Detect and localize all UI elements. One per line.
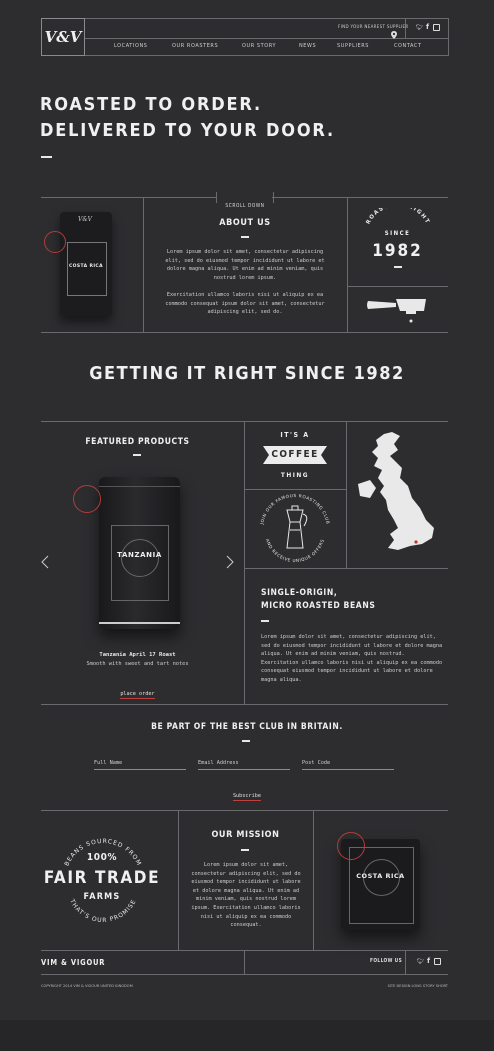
place-order-link[interactable]: place order [120, 691, 155, 699]
year-dash [394, 266, 402, 268]
fairtrade-line-1: FAIR TRADE [43, 868, 161, 888]
mission-text: Lorem ipsum dolor sit amet, consectetur … [191, 862, 301, 929]
post-code-placeholder: Post Code [302, 760, 331, 766]
portafilter-icon [367, 299, 426, 323]
subscribe-button[interactable]: Subscribe [232, 793, 262, 801]
hero-dash [41, 156, 52, 158]
coffee-badge-middle: COFFEE [271, 449, 319, 460]
product-desc: Smooth with sweet and tart notes [86, 661, 189, 667]
nav-contact[interactable]: CONTACT [394, 43, 422, 49]
full-name-placeholder: Full Name [94, 760, 123, 766]
page-bottom-edge [0, 1020, 494, 1051]
chevron-right-icon[interactable] [226, 554, 234, 573]
mission-title: OUR MISSION [211, 830, 280, 840]
coffee-badge-top: IT'S A [280, 431, 310, 439]
nav-our-story[interactable]: OUR STORY [242, 43, 276, 49]
email-field[interactable]: Email Address [198, 760, 290, 770]
email-placeholder: Email Address [198, 760, 239, 766]
nav-locations[interactable]: LOCATIONS [114, 43, 147, 49]
club-title: BE PART OF THE BEST CLUB IN BRITAIN. [151, 722, 343, 732]
mission-dash [241, 849, 249, 851]
find-supplier-link[interactable]: FIND YOUR NEAREST SUPPLIER [338, 25, 409, 30]
roasting-top-text: ROASTING RIGHT [365, 208, 429, 226]
nav-suppliers[interactable]: SUPPLIERS [337, 43, 369, 49]
uk-map [358, 432, 434, 550]
stamp-icon [73, 485, 101, 513]
single-origin-title-1: SINGLE-ORIGIN, [261, 588, 338, 598]
logo-box[interactable]: V&V [41, 18, 85, 56]
club-circle-bottom-text: AND RECEIVE UNIQUE OFFERS [265, 538, 325, 563]
moka-pot-icon [286, 505, 308, 549]
fairtrade-line-2: FARMS [83, 892, 121, 902]
twitter-icon[interactable]: 🐦︎ [417, 958, 425, 965]
product-tin-image: TANZANIA [99, 477, 180, 629]
about-title: ABOUT US [219, 218, 271, 228]
about-para-2: Exercitation ullamco laboris nisi ut ali… [165, 292, 325, 316]
logo: V&V [44, 28, 82, 46]
copyright-text: COPYRIGHT 2014 VIM & VIGOUR UNITED KINGD… [41, 984, 133, 988]
about-para-1: Lorem ipsum dolor sit amet, consectetur … [165, 249, 325, 281]
location-marker-icon [414, 540, 418, 544]
coffee-badge-bottom: THING [280, 471, 310, 479]
site-credit-text: SITE DESIGN LONG STORY SHORT [387, 984, 448, 988]
footer-brand: VIM & VIGOUR [41, 958, 106, 967]
location-pin-icon[interactable] [391, 24, 397, 43]
coffee-bag-image: V&V COSTA RICA [60, 212, 112, 316]
scroll-down-label: SCROLL DOWN [225, 204, 265, 209]
featured-dash [133, 454, 141, 456]
follow-us-label: FOLLOW US [370, 959, 403, 964]
since-label: SINCE [384, 230, 411, 237]
product-name: Tanzania April 17 Roast [99, 652, 176, 658]
single-origin-text: Lorem ipsum dolor sit amet, consectetur … [261, 634, 443, 683]
bag-label: COSTA RICA [68, 264, 104, 269]
tin-label: COSTA RICA [356, 872, 405, 880]
instagram-icon[interactable] [434, 958, 441, 965]
tin-label: TANZANIA [117, 551, 162, 559]
club-dash [242, 740, 250, 742]
about-dash [241, 236, 249, 238]
tagline: GETTING IT RIGHT SINCE 1982 [89, 363, 405, 384]
hero-line-1: ROASTED TO ORDER. [40, 94, 262, 115]
hero-line-2: DELIVERED TO YOUR DOOR. [40, 120, 335, 141]
nav-our-roasters[interactable]: OUR ROASTERS [172, 43, 218, 49]
instagram-icon[interactable] [433, 24, 440, 31]
featured-title: FEATURED PRODUCTS [85, 437, 190, 447]
scroll-down-box[interactable]: SCROLL DOWN [216, 192, 274, 209]
nav-news[interactable]: NEWS [299, 43, 316, 49]
svg-text:AND RECEIVE UNIQUE OFFERS: AND RECEIVE UNIQUE OFFERS [265, 538, 325, 563]
facebook-icon[interactable]: f [426, 23, 429, 31]
single-origin-dash [261, 620, 269, 622]
single-origin-title-2: MICRO ROASTED BEANS [261, 601, 376, 611]
svg-text:ROASTING RIGHT: ROASTING RIGHT [365, 208, 430, 226]
since-year: 1982 [372, 241, 423, 261]
stamp-icon [44, 231, 66, 253]
stamp-icon [337, 832, 365, 860]
full-name-field[interactable]: Full Name [94, 760, 186, 770]
club-circle-top-text: JOIN OUR FAMOUS ROASTING CLUB [259, 493, 330, 526]
club-circle: JOIN OUR FAMOUS ROASTING CLUB AND RECEIV… [259, 493, 330, 563]
twitter-icon[interactable]: 🐦︎ [416, 24, 424, 31]
facebook-icon[interactable]: f [427, 957, 430, 965]
chevron-left-icon[interactable] [41, 554, 49, 573]
svg-text:JOIN OUR FAMOUS ROASTING CLUB: JOIN OUR FAMOUS ROASTING CLUB [259, 493, 330, 526]
post-code-field[interactable]: Post Code [302, 760, 394, 770]
fairtrade-pct: 100% [86, 852, 118, 863]
coffee-banner: COFFEE [263, 446, 327, 464]
